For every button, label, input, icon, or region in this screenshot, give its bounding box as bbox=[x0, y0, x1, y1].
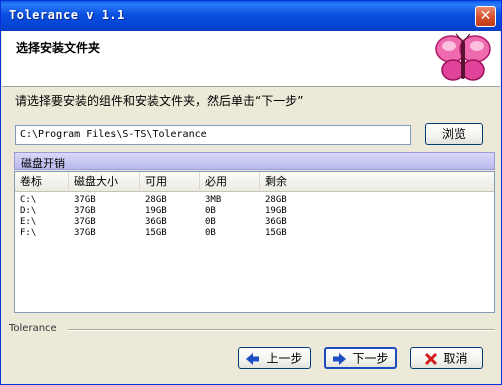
close-icon: ✕ bbox=[479, 8, 492, 24]
available-cell: 36GB bbox=[145, 217, 167, 227]
window-title: Tolerance v 1.1 bbox=[9, 8, 125, 22]
required-cell: 3MB bbox=[205, 195, 222, 205]
next-button-label: 下一步 bbox=[352, 351, 389, 366]
cancel-x-icon bbox=[425, 352, 438, 365]
cancel-button[interactable]: 取消 bbox=[410, 347, 483, 369]
disk-space-label: 磁盘开销 bbox=[14, 152, 495, 170]
available-cell: 28GB bbox=[145, 195, 167, 205]
footer-divider bbox=[68, 329, 495, 331]
installer-window: Tolerance v 1.1 ✕ 选择安装文件夹 请选择要安装的组件和安装文件… bbox=[0, 0, 502, 385]
required-cell: 0B bbox=[205, 228, 216, 238]
list-header: 卷标 磁盘大小 可用 必用 剩余 bbox=[15, 172, 494, 192]
cancel-button-label: 取消 bbox=[443, 351, 468, 366]
disk-row[interactable]: F:\ 37GB 15GB 0B 15GB bbox=[15, 228, 494, 239]
remaining-cell: 28GB bbox=[265, 195, 287, 205]
disk-size-cell: 37GB bbox=[74, 228, 96, 238]
disk-size-cell: 37GB bbox=[74, 217, 96, 227]
page-title: 选择安装文件夹 bbox=[16, 41, 101, 55]
column-header-disk-size[interactable]: 磁盘大小 bbox=[69, 172, 140, 192]
install-path-input[interactable]: C:\Program Files\S-TS\Tolerance bbox=[15, 125, 411, 145]
disk-size-cell: 37GB bbox=[74, 195, 96, 205]
volume-cell: C:\ bbox=[20, 195, 37, 205]
butterfly-icon bbox=[435, 33, 491, 81]
disk-space-list[interactable]: 卷标 磁盘大小 可用 必用 剩余 C:\ 37GB 28GB 3MB 28GB … bbox=[14, 171, 495, 313]
browse-button[interactable]: 浏览 bbox=[425, 123, 483, 145]
column-header-available[interactable]: 可用 bbox=[140, 172, 200, 192]
brand-label: Tolerance bbox=[9, 323, 57, 334]
title-bar[interactable]: Tolerance v 1.1 ✕ bbox=[1, 1, 501, 31]
disk-size-cell: 37GB bbox=[74, 206, 96, 216]
available-cell: 19GB bbox=[145, 206, 167, 216]
arrow-left-icon bbox=[246, 352, 260, 365]
required-cell: 0B bbox=[205, 217, 216, 227]
column-header-volume[interactable]: 卷标 bbox=[15, 172, 69, 192]
disk-row[interactable]: C:\ 37GB 28GB 3MB 28GB bbox=[15, 195, 494, 206]
page-header: 选择安装文件夹 bbox=[2, 31, 500, 87]
instruction-text: 请选择要安装的组件和安装文件夹，然后单击“下一步” bbox=[15, 94, 304, 108]
back-button-label: 上一步 bbox=[266, 351, 303, 366]
remaining-cell: 19GB bbox=[265, 206, 287, 216]
volume-cell: F:\ bbox=[20, 228, 37, 238]
disk-row[interactable]: D:\ 37GB 19GB 0B 19GB bbox=[15, 206, 494, 217]
column-header-remaining[interactable]: 剩余 bbox=[260, 172, 494, 192]
arrow-right-icon bbox=[333, 352, 347, 365]
close-button[interactable]: ✕ bbox=[475, 6, 496, 27]
volume-cell: D:\ bbox=[20, 206, 37, 216]
column-header-required[interactable]: 必用 bbox=[200, 172, 260, 192]
remaining-cell: 36GB bbox=[265, 217, 287, 227]
available-cell: 15GB bbox=[145, 228, 167, 238]
next-button[interactable]: 下一步 bbox=[324, 347, 397, 369]
volume-cell: E:\ bbox=[20, 217, 37, 227]
required-cell: 0B bbox=[205, 206, 216, 216]
remaining-cell: 15GB bbox=[265, 228, 287, 238]
disk-row[interactable]: E:\ 37GB 36GB 0B 36GB bbox=[15, 217, 494, 228]
back-button[interactable]: 上一步 bbox=[238, 347, 311, 369]
